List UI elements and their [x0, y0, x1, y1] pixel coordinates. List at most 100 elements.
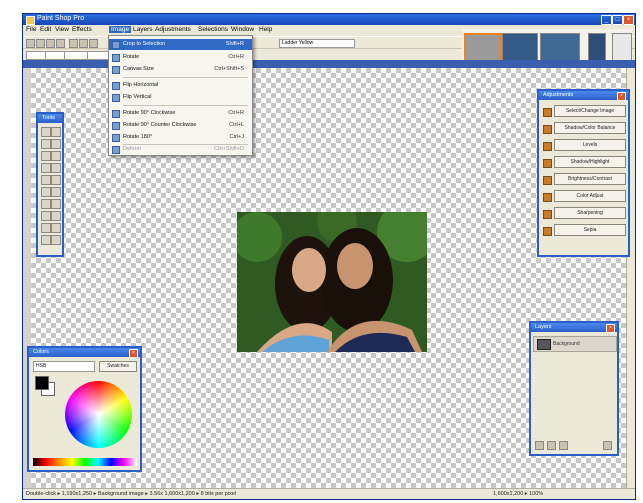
open-icon[interactable] — [36, 39, 45, 48]
menu-separator — [123, 105, 248, 106]
adjust-icon — [543, 142, 552, 151]
rotate-180-icon — [112, 134, 120, 142]
dropper-tool-icon[interactable] — [41, 163, 51, 173]
lasso-tool-icon[interactable] — [41, 151, 51, 161]
undo-icon[interactable] — [69, 39, 78, 48]
red-eye-tool-icon[interactable] — [41, 223, 51, 233]
adjust-row: Shadow/Color Balance — [541, 122, 626, 134]
adjustments-title-bar: Adjustments × — [539, 91, 628, 101]
redo-icon[interactable] — [79, 39, 88, 48]
adjust-row: Shadow/Highlight — [541, 156, 626, 168]
crop-tool-icon[interactable] — [51, 163, 61, 173]
menu-layers[interactable]: Layers — [133, 26, 153, 33]
adjust-button[interactable]: Select/Change Image — [554, 105, 626, 117]
menu-item-rotate-ccw[interactable]: Rotate 90° Counter Clockwise Ctrl+L — [109, 120, 252, 131]
menu-edit[interactable]: Edit — [40, 26, 51, 33]
color-wheel[interactable] — [65, 381, 132, 448]
menu-item-canvas-size[interactable]: Canvas Size Ctrl+Shift+S — [109, 64, 252, 75]
layer-row[interactable]: Background — [533, 336, 617, 352]
menu-item-label: Rotate 180° — [123, 134, 153, 140]
option-field-2[interactable] — [45, 51, 65, 60]
fill-tool-icon[interactable] — [51, 187, 61, 197]
colors-close-button[interactable]: × — [129, 349, 138, 358]
menu-item-label: Crop to Selection — [123, 41, 166, 47]
save-icon[interactable] — [46, 39, 55, 48]
burn-tool-icon[interactable] — [51, 235, 61, 245]
zoom-tool-icon[interactable] — [41, 139, 51, 149]
swatches-button[interactable]: Swatches — [99, 361, 137, 372]
tools-title: Tools — [42, 115, 55, 121]
layers-palette: Layers × Background — [529, 321, 619, 456]
smudge-tool-icon[interactable] — [51, 223, 61, 233]
color-mode-select[interactable]: HSB — [33, 361, 95, 372]
rotate-cw-icon — [112, 110, 120, 118]
image-menu-dropdown: Crop to Selection Shift+R Rotate Ctrl+R … — [108, 35, 253, 156]
move-tool-icon[interactable] — [41, 127, 51, 137]
menu-selections[interactable]: Selections — [198, 26, 228, 33]
adjustments-close-button[interactable]: × — [617, 92, 626, 101]
menu-help[interactable]: Help — [259, 26, 272, 33]
menu-item-label: Canvas Size — [123, 66, 154, 72]
menu-effects[interactable]: Effects — [72, 26, 92, 33]
adjust-button[interactable]: Shadow/Color Balance — [554, 122, 626, 134]
menu-item-rotate-cw[interactable]: Rotate 90° Clockwise Ctrl+R — [109, 108, 252, 119]
pen-tool-icon[interactable] — [41, 211, 51, 221]
rotate-icon — [112, 54, 120, 62]
magic-wand-tool-icon[interactable] — [51, 151, 61, 161]
new-icon[interactable] — [26, 39, 35, 48]
text-field[interactable]: Ladder Yellow — [279, 39, 355, 48]
menu-item-shortcut: Shift+R — [225, 41, 244, 47]
adjust-row: Sharpening — [541, 207, 626, 219]
adjust-button[interactable]: Sharpening — [554, 207, 626, 219]
menu-item-rotate[interactable]: Rotate Ctrl+R — [109, 52, 252, 63]
layer-mask-icon[interactable] — [559, 441, 568, 450]
dodge-tool-icon[interactable] — [41, 235, 51, 245]
adjust-row: Select/Change Image — [541, 105, 626, 117]
cut-icon[interactable] — [89, 39, 98, 48]
photo-image[interactable] — [237, 212, 427, 352]
warp-tool-icon[interactable] — [51, 211, 61, 221]
clone-tool-icon[interactable] — [51, 175, 61, 185]
adjust-button[interactable]: Shadow/Highlight — [554, 156, 626, 168]
eraser-tool-icon[interactable] — [41, 187, 51, 197]
adjust-button[interactable]: Brightness/Contrast — [554, 173, 626, 185]
delete-layer-icon[interactable] — [603, 441, 612, 450]
shape-tool-icon[interactable] — [51, 199, 61, 209]
menu-image[interactable]: Image — [109, 26, 132, 33]
print-icon[interactable] — [56, 39, 65, 48]
menu-adjustments[interactable]: Adjustments — [155, 26, 191, 33]
new-layer-icon[interactable] — [535, 441, 544, 450]
minimize-button[interactable]: _ — [601, 15, 612, 25]
status-bar: Double-click ▸ 1,190x1,250 ▸ Background … — [23, 488, 635, 499]
selection-tool-icon[interactable] — [51, 139, 61, 149]
menu-file[interactable]: File — [26, 26, 36, 33]
foreground-color-swatch[interactable] — [35, 376, 49, 390]
option-field-1[interactable] — [26, 51, 46, 60]
adjust-button[interactable]: Sepia — [554, 224, 626, 236]
adjust-button[interactable]: Color Adjust — [554, 190, 626, 202]
menu-window[interactable]: Window — [231, 26, 254, 33]
layer-style-icon[interactable] — [547, 441, 556, 450]
menu-item-deform[interactable]: Deform Ctrl+Shift+D — [109, 144, 252, 155]
layers-close-button[interactable]: × — [606, 324, 615, 333]
app-icon — [26, 16, 35, 25]
color-spectrum-bar[interactable] — [33, 458, 137, 466]
adjust-button[interactable]: Levels — [554, 139, 626, 151]
adjust-icon — [543, 227, 552, 236]
menu-item-flip-horizontal[interactable]: Flip Horizontal — [109, 80, 252, 91]
menu-view[interactable]: View — [55, 26, 69, 33]
close-button[interactable]: × — [623, 15, 634, 25]
pan-tool-icon[interactable] — [51, 127, 61, 137]
menu-item-flip-vertical[interactable]: Flip Vertical — [109, 92, 252, 103]
maximize-button[interactable]: □ — [612, 15, 623, 25]
tools-title-bar: Tools — [38, 114, 62, 123]
menu-item-crop[interactable]: Crop to Selection Shift+R — [109, 39, 252, 50]
menu-item-rotate-180[interactable]: Rotate 180° Ctrl+J — [109, 132, 252, 143]
option-field-3[interactable] — [64, 51, 88, 60]
menu-item-label: Flip Horizontal — [123, 82, 159, 88]
menu-item-label: Rotate 90° Counter Clockwise — [123, 122, 197, 128]
paint-brush-tool-icon[interactable] — [41, 175, 51, 185]
text-tool-icon[interactable] — [41, 199, 51, 209]
adjust-icon — [543, 176, 552, 185]
menu-item-shortcut: Ctrl+J — [229, 134, 244, 140]
